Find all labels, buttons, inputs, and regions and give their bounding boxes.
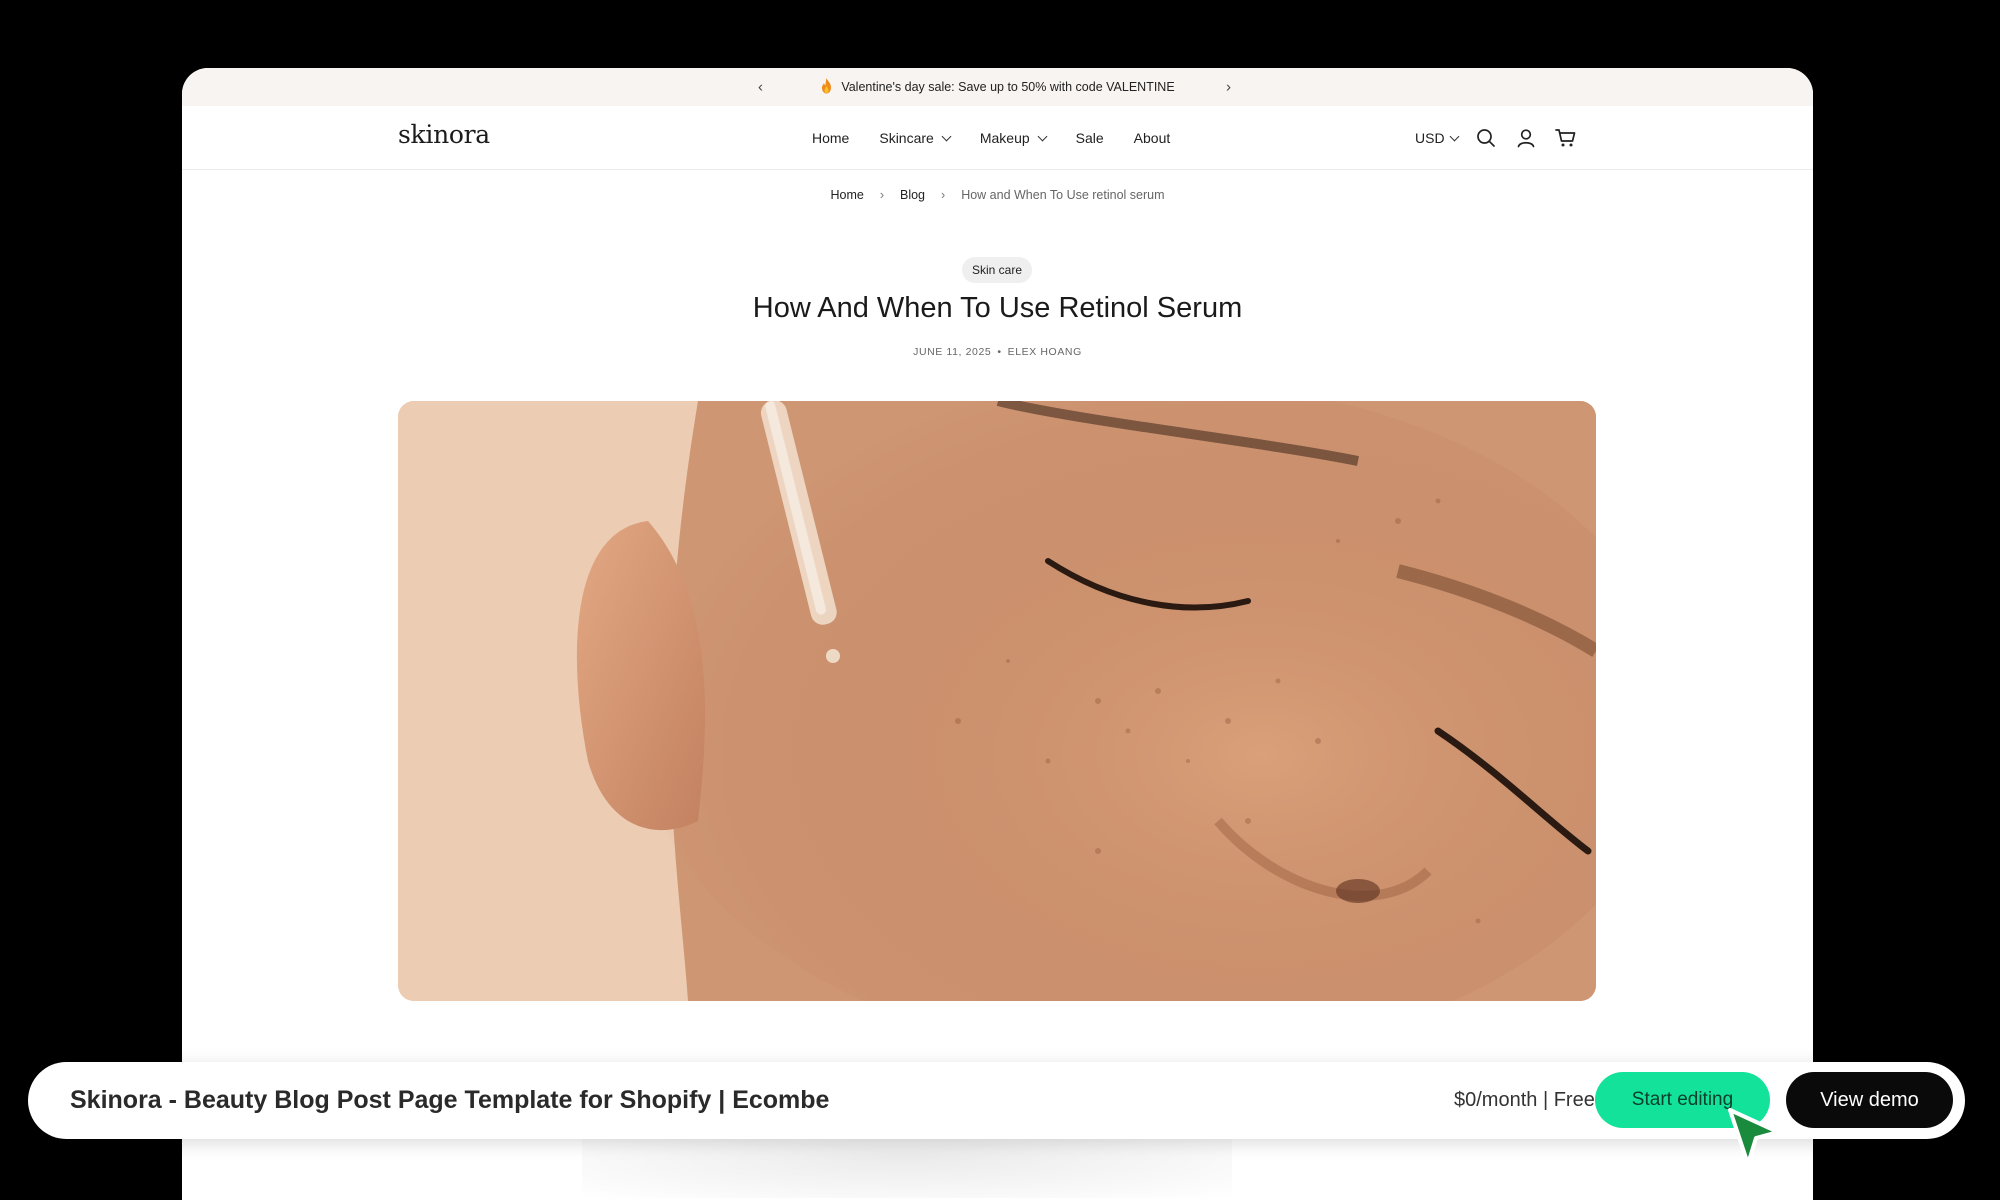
cart-icon[interactable] bbox=[1554, 126, 1578, 150]
breadcrumb-home[interactable]: Home bbox=[830, 188, 863, 202]
breadcrumb-separator: › bbox=[879, 188, 884, 202]
breadcrumb-separator: › bbox=[941, 188, 946, 202]
chevron-down-icon bbox=[941, 131, 952, 141]
site-logo[interactable]: skinora bbox=[398, 120, 490, 149]
nav-item-makeup[interactable]: Makeup bbox=[979, 130, 1048, 146]
announcement-prev-button[interactable]: ‹ bbox=[758, 79, 763, 96]
announcement-text: Valentine's day sale: Save up to 50% wit… bbox=[841, 80, 1175, 94]
header-tools: USD bbox=[1415, 126, 1578, 150]
hero-photo-illustration bbox=[398, 401, 1596, 1001]
nav-label: About bbox=[1133, 130, 1171, 146]
site-header: skinora Home Skincare Makeup Sale About … bbox=[182, 106, 1813, 170]
template-title: Skinora - Beauty Blog Post Page Template… bbox=[70, 1086, 830, 1114]
nav-label: Sale bbox=[1075, 130, 1104, 146]
nav-item-about[interactable]: About bbox=[1134, 130, 1171, 146]
main-nav: Home Skincare Makeup Sale About bbox=[812, 130, 1170, 146]
search-icon[interactable] bbox=[1474, 126, 1498, 150]
nav-item-sale[interactable]: Sale bbox=[1076, 130, 1104, 146]
browser-window: ‹ Valentine's day sale: Save up to 50% w… bbox=[182, 68, 1813, 1200]
announcement-bar: ‹ Valentine's day sale: Save up to 50% w… bbox=[182, 68, 1813, 106]
template-info-bar: Skinora - Beauty Blog Post Page Template… bbox=[28, 1062, 1965, 1139]
template-price: $0/month | Free bbox=[1454, 1089, 1595, 1111]
meta-separator: • bbox=[997, 346, 1002, 358]
breadcrumb-blog[interactable]: Blog bbox=[900, 188, 925, 202]
nav-label: Home bbox=[812, 130, 850, 146]
article-title: How And When To Use Retinol Serum bbox=[752, 292, 1243, 324]
breadcrumb: Home › Blog › How and When To Use retino… bbox=[182, 188, 1813, 202]
account-icon[interactable] bbox=[1514, 126, 1538, 150]
nav-item-home[interactable]: Home bbox=[812, 130, 849, 146]
view-demo-button[interactable]: View demo bbox=[1786, 1072, 1953, 1128]
chevron-down-icon bbox=[1449, 131, 1460, 141]
nav-label: Skincare bbox=[879, 130, 934, 146]
article-meta: JUNE 11, 2025 • ELEX HOANG bbox=[182, 346, 1813, 358]
chevron-down-icon bbox=[1037, 131, 1048, 141]
breadcrumb-current: How and When To Use retinol serum bbox=[961, 188, 1165, 202]
currency-label: USD bbox=[1415, 130, 1445, 146]
announcement-next-button[interactable]: › bbox=[1226, 79, 1231, 96]
category-tag[interactable]: Skin care bbox=[962, 257, 1032, 283]
article-author: ELEX HOANG bbox=[1007, 346, 1082, 358]
fire-icon bbox=[820, 77, 833, 97]
cursor-pointer-icon bbox=[1728, 1108, 1780, 1166]
article-date: JUNE 11, 2025 bbox=[913, 346, 992, 358]
currency-selector[interactable]: USD bbox=[1415, 130, 1460, 146]
nav-item-skincare[interactable]: Skincare bbox=[879, 130, 952, 146]
hero-image bbox=[398, 401, 1596, 1001]
nav-label: Makeup bbox=[979, 130, 1030, 146]
